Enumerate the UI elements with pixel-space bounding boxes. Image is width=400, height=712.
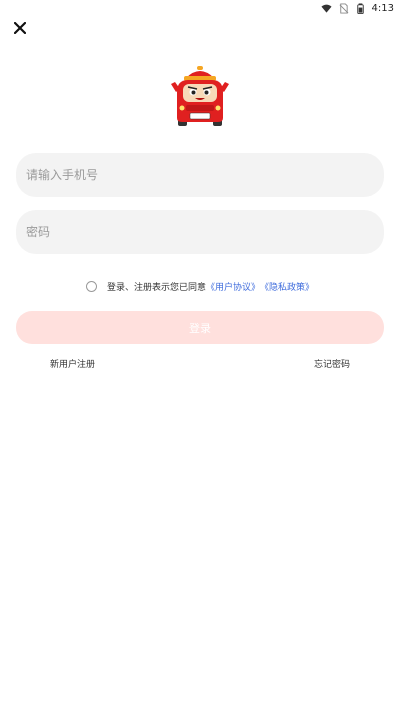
agreement-text: 登录、注册表示您已同意 xyxy=(106,283,206,293)
user-agreement-link[interactable]: 《用户协议》 xyxy=(206,280,260,293)
close-button[interactable] xyxy=(10,18,30,38)
status-bar: 4:13 xyxy=(0,0,400,16)
password-field[interactable] xyxy=(16,210,384,254)
login-button[interactable]: 登录 xyxy=(16,311,384,344)
no-sim-icon xyxy=(339,2,348,14)
phone-input[interactable] xyxy=(26,168,384,182)
privacy-policy-link[interactable]: 《隐私政策》 xyxy=(260,280,314,293)
password-input[interactable] xyxy=(26,225,384,239)
agreement-row: 登录、注册表示您已同意 《用户协议》 《隐私政策》 xyxy=(0,280,400,293)
battery-icon xyxy=(356,2,364,14)
agreement-checkbox[interactable] xyxy=(85,281,97,292)
status-time: 4:13 xyxy=(371,2,394,14)
car-mascot-logo xyxy=(168,62,232,128)
phone-field[interactable] xyxy=(16,153,384,197)
register-link[interactable]: 新用户注册 xyxy=(50,357,95,370)
close-icon xyxy=(14,22,26,34)
wifi-icon xyxy=(320,4,332,13)
forgot-password-link[interactable]: 忘记密码 xyxy=(314,357,350,370)
